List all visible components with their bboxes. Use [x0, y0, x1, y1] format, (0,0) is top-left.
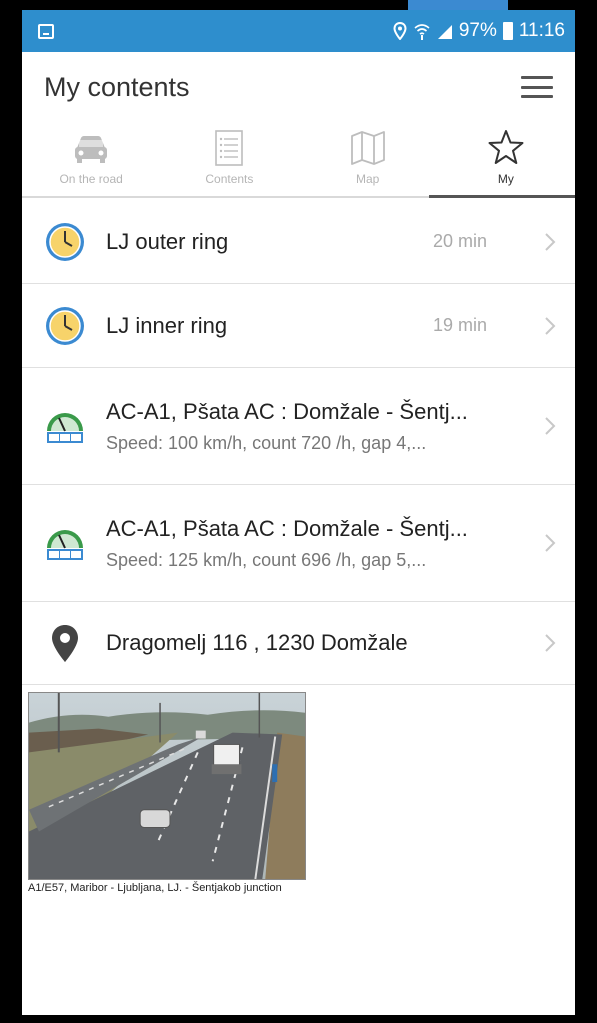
list-icon	[215, 130, 244, 166]
wifi-icon	[414, 24, 430, 40]
tab-bar: On the road Contents Map My	[22, 122, 576, 198]
chevron-right-icon	[545, 417, 556, 435]
signal-icon	[437, 25, 452, 39]
list-item-lj-inner-ring[interactable]: LJ inner ring 19 min	[22, 284, 575, 368]
tab-my[interactable]: My	[428, 122, 576, 198]
list-item-lj-outer-ring[interactable]: LJ outer ring 20 min	[22, 200, 575, 284]
travel-time: 20 min	[432, 231, 487, 251]
star-icon	[488, 130, 524, 164]
status-bar: 97% 11:16	[22, 10, 575, 52]
tab-on-the-road[interactable]: On the road	[22, 122, 160, 196]
chevron-right-icon	[545, 232, 556, 251]
list-item-traffic-counter-2[interactable]: AC-A1, Pšata AC : Domžale - Šentj... Spe…	[22, 485, 575, 602]
traffic-camera-image[interactable]	[28, 692, 306, 880]
traffic-camera-caption: A1/E57, Maribor - Ljubljana, LJ. - Šentj…	[28, 882, 282, 894]
hamburger-menu-icon[interactable]	[521, 76, 553, 98]
tab-label: Contents	[205, 172, 254, 186]
chevron-right-icon	[545, 316, 556, 335]
tab-contents[interactable]: Contents	[160, 122, 298, 196]
map-icon	[350, 131, 385, 165]
location-pin-icon	[393, 22, 407, 40]
battery-percent: 97%	[458, 20, 497, 41]
item-title: AC-A1, Pšata AC : Domžale - Šentj...	[106, 398, 468, 424]
my-contents-list: LJ outer ring 20 min LJ inner ring 19 mi…	[22, 200, 575, 685]
traffic-counter-icon	[47, 530, 83, 560]
chevron-right-icon	[545, 634, 556, 652]
travel-time: 19 min	[432, 315, 487, 335]
item-title: Dragomelj 116 , 1230 Domžale	[106, 630, 408, 655]
item-title: LJ outer ring	[106, 228, 229, 254]
tab-label: My	[497, 172, 514, 186]
item-subtitle: Speed: 125 km/h, count 696 /h, gap 5,...	[106, 549, 427, 570]
travel-time-clock-icon	[46, 306, 84, 345]
tab-label: On the road	[59, 172, 123, 186]
traffic-camera[interactable]: A1/E57, Maribor - Ljubljana, LJ. - Šentj…	[28, 692, 308, 895]
list-item-location[interactable]: Dragomelj 116 , 1230 Domžale	[22, 602, 575, 685]
car-icon	[75, 136, 108, 163]
battery-icon	[502, 22, 513, 40]
app-header: My contents	[22, 52, 575, 122]
item-subtitle: Speed: 100 km/h, count 720 /h, gap 4,...	[106, 432, 427, 453]
traffic-counter-icon	[47, 413, 83, 443]
list-item-traffic-counter-1[interactable]: AC-A1, Pšata AC : Domžale - Šentj... Spe…	[22, 368, 575, 485]
page-title: My contents	[44, 71, 190, 102]
status-time: 11:16	[518, 20, 565, 41]
tab-map[interactable]: Map	[299, 122, 437, 196]
chevron-right-icon	[545, 534, 556, 552]
screenshot-icon	[38, 23, 54, 39]
location-pin-icon	[52, 625, 78, 662]
item-title: LJ inner ring	[106, 312, 228, 338]
tab-label: Map	[355, 172, 380, 186]
item-title: AC-A1, Pšata AC : Domžale - Šentj...	[106, 515, 468, 541]
frame-corner-accent	[408, 0, 508, 10]
travel-time-clock-icon	[46, 222, 84, 261]
